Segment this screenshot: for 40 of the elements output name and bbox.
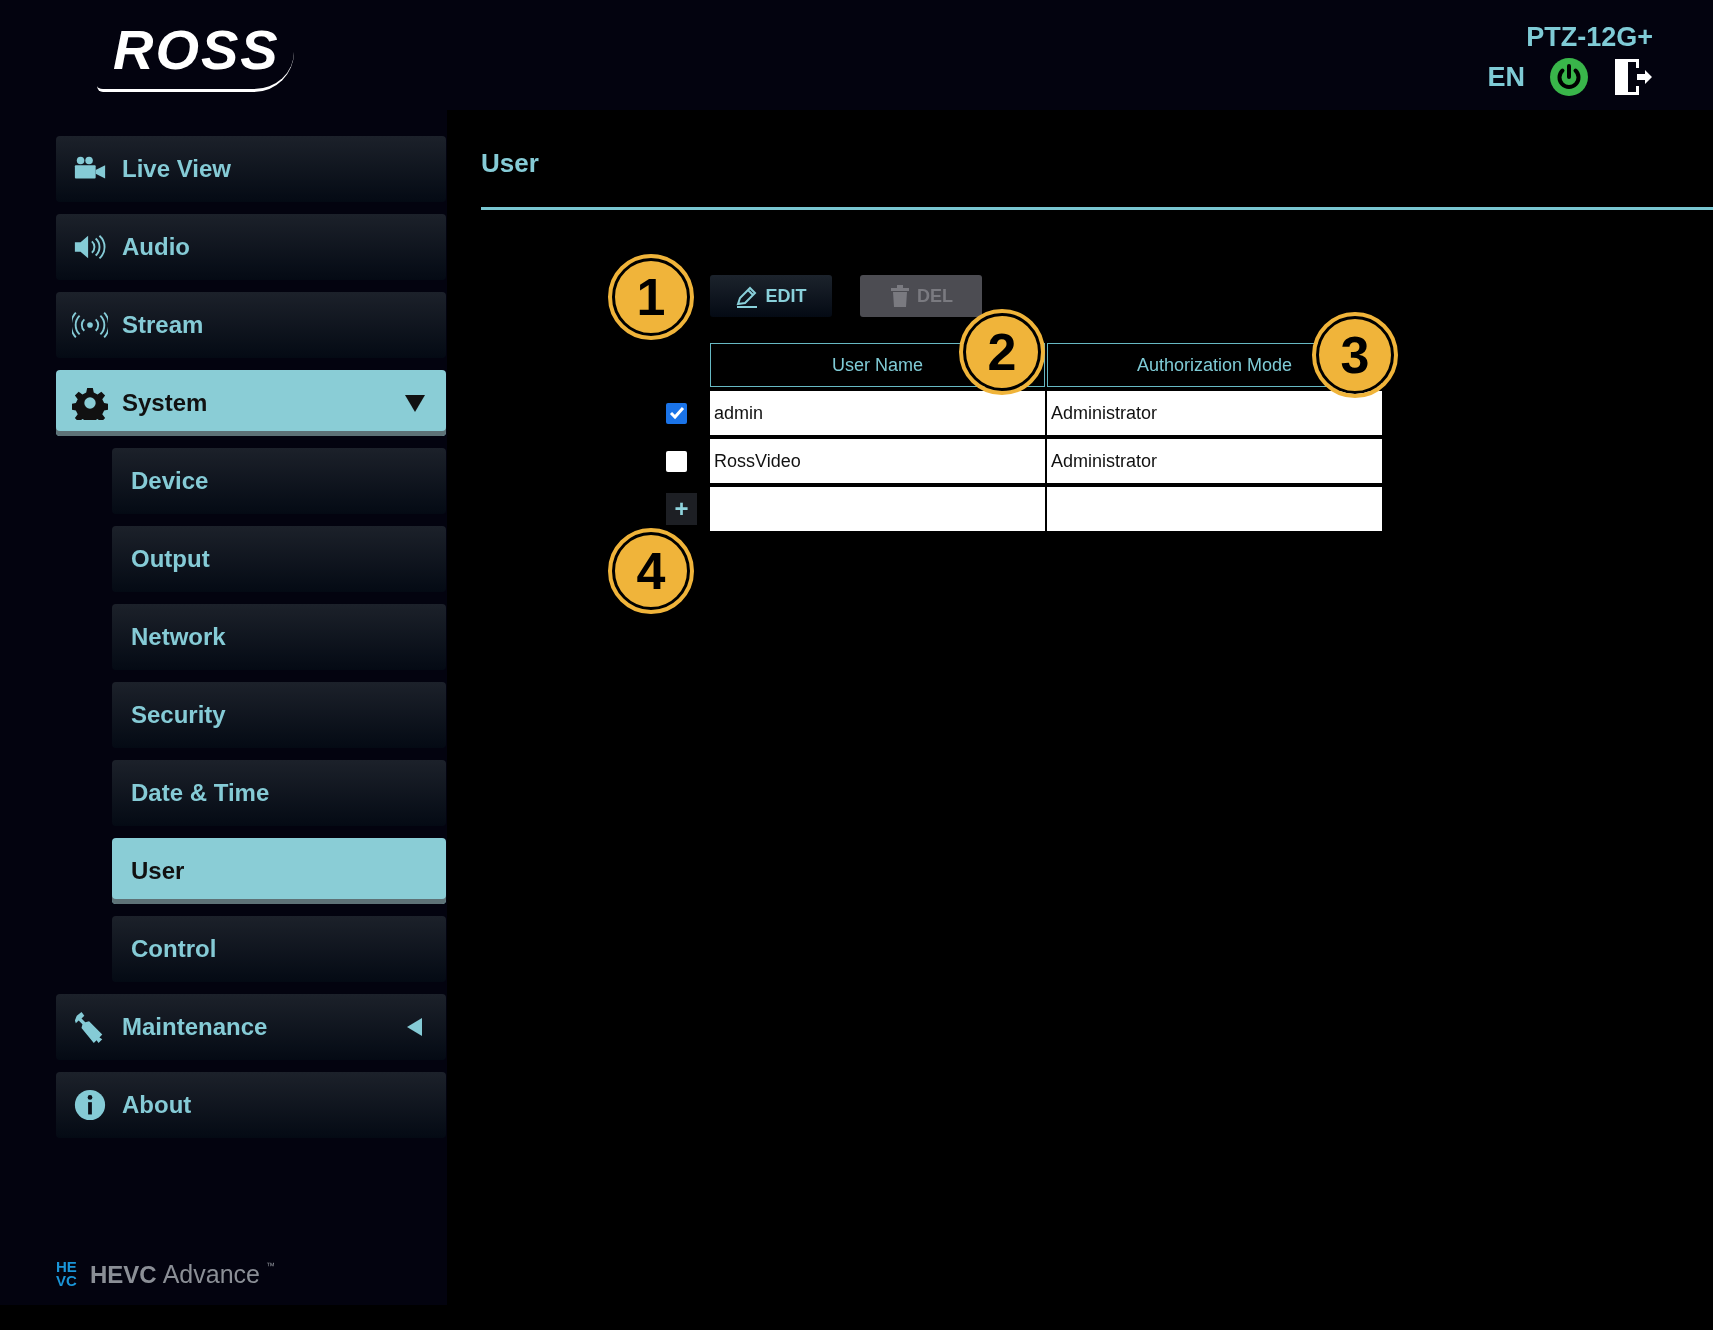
- nav-item[interactable]: Output: [112, 526, 446, 592]
- ross-logo: ROSS: [97, 22, 294, 92]
- settings-icon: [72, 386, 108, 420]
- nav-item[interactable]: Live View: [56, 136, 446, 202]
- callout-number: 1: [612, 258, 690, 336]
- nav-item[interactable]: Control: [112, 916, 446, 982]
- language-selector[interactable]: EN: [1487, 63, 1525, 91]
- checkbox[interactable]: [666, 450, 687, 472]
- nav-item[interactable]: User: [112, 838, 446, 904]
- callout-number: 3: [1316, 316, 1394, 394]
- nav-item[interactable]: Audio: [56, 214, 446, 280]
- table-cell: Administrator: [1047, 391, 1382, 435]
- nav-item[interactable]: Security: [112, 682, 446, 748]
- callout-number: 4: [612, 532, 690, 610]
- hevc-logo-text: HEVC: [90, 1263, 157, 1287]
- nav-item[interactable]: Maintenance: [56, 994, 446, 1060]
- nav-item[interactable]: Date & Time: [112, 760, 446, 826]
- trademark-sign: ™: [266, 1260, 275, 1273]
- page-title: User: [481, 150, 1713, 210]
- caret-icon: [404, 392, 426, 414]
- table-cell: RossVideo: [710, 439, 1045, 483]
- model-name: PTZ-12G+: [1526, 24, 1653, 51]
- edit-button[interactable]: EDIT: [710, 275, 832, 317]
- power-icon[interactable]: [1549, 57, 1589, 97]
- trash-icon: [889, 284, 911, 308]
- pencil-icon: [735, 284, 760, 308]
- checkbox[interactable]: [666, 402, 687, 424]
- table-cell: Administrator: [1047, 439, 1382, 483]
- nav-item[interactable]: Network: [112, 604, 446, 670]
- callout-number: 2: [963, 313, 1041, 391]
- add-button[interactable]: +: [666, 493, 697, 525]
- hevc-logo-text: Advance: [162, 1262, 260, 1287]
- hevc-logo-mark: HEVC: [56, 1260, 78, 1287]
- logout-icon[interactable]: [1613, 57, 1653, 97]
- nav-item[interactable]: About: [56, 1072, 446, 1138]
- table-cell: admin: [710, 391, 1045, 435]
- info-icon: [72, 1088, 108, 1122]
- nav-item[interactable]: Stream: [56, 292, 446, 358]
- nav-item[interactable]: System: [56, 370, 446, 436]
- nav-item[interactable]: Device: [112, 448, 446, 514]
